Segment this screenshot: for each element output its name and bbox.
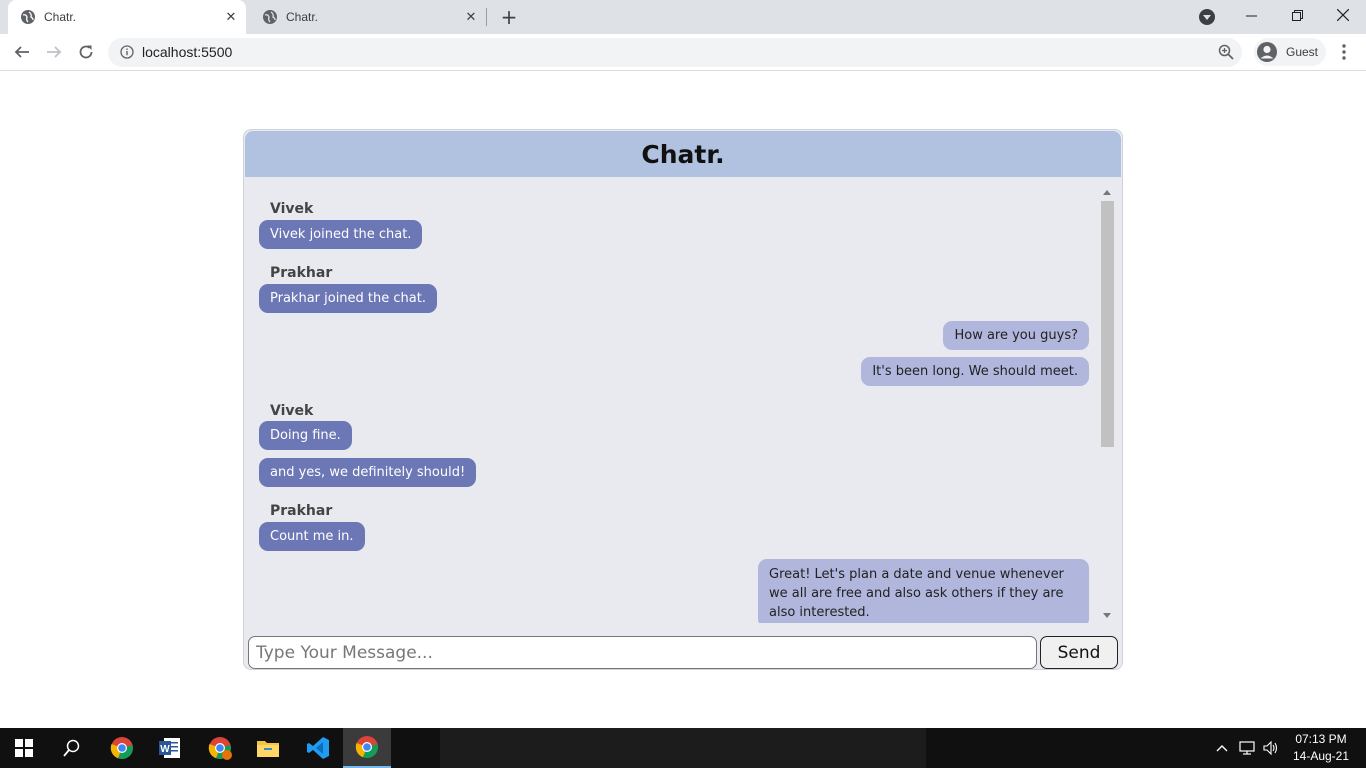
close-tab-icon[interactable]: ✕ (462, 8, 480, 26)
compose-row: Send (248, 636, 1120, 670)
clock-date: 14-Aug-21 (1292, 749, 1350, 763)
message-scrollbar[interactable] (1099, 185, 1116, 623)
restore-icon (1291, 9, 1303, 21)
browser-tabstrip: Chatr. ✕ Chatr. ✕ + (0, 0, 1366, 34)
message-bubble-outgoing: Great! Let's plan a date and venue whene… (758, 559, 1089, 623)
message-sender: Prakhar (270, 503, 333, 519)
svg-text:W: W (160, 744, 170, 755)
taskbar-window-preview (440, 728, 926, 768)
network-icon (1239, 741, 1255, 755)
browser-toolbar: localhost:5500 (0, 34, 1366, 71)
message-bubble-incoming: and yes, we definitely should! (259, 458, 477, 487)
tab-search-icon[interactable] (1199, 9, 1215, 25)
globe-icon (263, 10, 277, 24)
message-sender: Vivek (270, 201, 314, 217)
chrome-icon (355, 736, 378, 759)
globe-icon (21, 10, 35, 24)
windows-icon (15, 739, 33, 757)
minimize-icon (1245, 15, 1257, 16)
clock-time: 07:13 PM (1295, 732, 1347, 746)
scrollbar-thumb[interactable] (1101, 201, 1114, 447)
search-button[interactable] (48, 728, 96, 768)
chat-container: Chatr. Vivek Vivek joined the chat. Prak… (243, 129, 1123, 670)
taskbar-word[interactable]: W (146, 728, 194, 768)
taskbar-vscode[interactable] (294, 728, 342, 768)
browser-tab-active[interactable]: Chatr. ✕ (8, 0, 246, 34)
message-bubble-incoming: Prakhar joined the chat. (259, 284, 437, 313)
taskbar-file-explorer[interactable] (244, 728, 292, 768)
folder-icon (257, 741, 279, 757)
chat-title: Chatr. (245, 131, 1121, 177)
vscode-icon (307, 737, 329, 759)
message-bubble-outgoing: It's been long. We should meet. (861, 357, 1089, 386)
message-bubble-incoming: Doing fine. (259, 421, 352, 450)
scroll-up-icon[interactable] (1103, 190, 1111, 195)
minimize-button[interactable] (1228, 0, 1274, 30)
volume-button[interactable] (1260, 728, 1282, 768)
reload-icon (79, 45, 93, 59)
scroll-down-icon[interactable] (1103, 613, 1111, 618)
new-tab-button[interactable]: + (499, 7, 519, 27)
taskbar-clock[interactable]: 07:13 PM 14-Aug-21 (1286, 731, 1356, 765)
message-sender: Prakhar (270, 265, 333, 281)
message-sender: Vivek (270, 403, 314, 419)
arrow-left-icon (14, 46, 29, 58)
taskbar: W 07:13 PM 14-Aug-21 (0, 728, 1366, 768)
taskbar-chrome-active[interactable] (343, 728, 391, 768)
show-hidden-icons-button[interactable] (1212, 728, 1232, 768)
back-button[interactable] (10, 40, 34, 64)
volume-icon (1263, 741, 1278, 755)
chevron-up-icon (1216, 745, 1228, 752)
url-text: localhost:5500 (142, 44, 233, 60)
word-icon: W (159, 738, 180, 758)
message-bubble-incoming: Vivek joined the chat. (259, 220, 423, 249)
avatar-icon (1257, 42, 1277, 62)
close-tab-icon[interactable]: ✕ (222, 8, 240, 26)
send-button[interactable]: Send (1040, 636, 1118, 669)
info-icon[interactable] (120, 45, 134, 59)
chrome-profile-icon (208, 737, 232, 760)
close-window-button[interactable] (1320, 0, 1366, 30)
restore-button[interactable] (1274, 0, 1320, 30)
more-menu-icon[interactable] (1336, 42, 1352, 62)
arrow-right-icon (47, 46, 62, 58)
tab-title: Chatr. (44, 10, 77, 24)
reload-button[interactable] (74, 40, 98, 64)
forward-button[interactable] (42, 40, 66, 64)
message-bubble-incoming: Count me in. (259, 522, 365, 551)
start-button[interactable] (0, 728, 48, 768)
message-list[interactable]: Vivek Vivek joined the chat. Prakhar Pra… (244, 185, 1106, 623)
network-button[interactable] (1236, 728, 1258, 768)
search-icon (63, 739, 80, 757)
taskbar-chrome[interactable] (98, 728, 146, 768)
message-input[interactable] (248, 636, 1037, 669)
browser-tab-inactive[interactable]: Chatr. ✕ (250, 0, 486, 34)
close-icon (1337, 9, 1349, 21)
address-bar[interactable]: localhost:5500 (108, 38, 1242, 67)
taskbar-chrome-profile[interactable] (196, 728, 244, 768)
zoom-icon[interactable] (1218, 44, 1234, 60)
profile-button[interactable]: Guest (1254, 38, 1326, 66)
tab-separator (486, 8, 487, 26)
tab-title: Chatr. (286, 10, 319, 24)
chrome-icon (110, 737, 133, 760)
message-bubble-outgoing: How are you guys? (943, 321, 1089, 350)
profile-label: Guest (1286, 45, 1319, 59)
